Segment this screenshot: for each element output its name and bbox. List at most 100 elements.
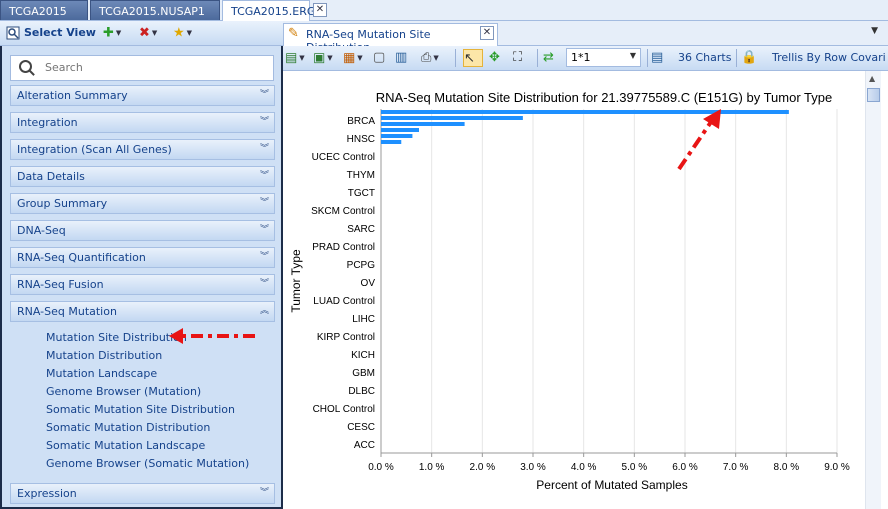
layout-value: 1*1: [571, 51, 591, 64]
search-icon: [19, 60, 32, 73]
view-toolbar: Select View ✚ ▼ ✖ ▼ ★ ▼: [0, 21, 283, 46]
y-tick-label: UCEC Control: [312, 152, 375, 163]
red-arrow-annotation: [677, 109, 721, 171]
scroll-up-icon[interactable]: ▲: [869, 74, 875, 83]
export-icon[interactable]: ▤ ▼: [285, 49, 311, 67]
tab-tcga2015-nusap1[interactable]: TCGA2015.NUSAP1: [90, 0, 220, 20]
y-tick-label: KIRP Control: [317, 332, 375, 343]
tab-tcga2015-erg[interactable]: TCGA2015.ERG: [222, 0, 315, 21]
pointer-icon[interactable]: ↖: [463, 49, 483, 67]
chevron-down-icon[interactable]: ▼: [871, 26, 878, 36]
chart-title: RNA-Seq Mutation Site Distribution for 2…: [376, 90, 832, 105]
y-tick-label: THYM: [347, 170, 375, 181]
print-icon[interactable]: ⎙ ▼: [421, 49, 447, 67]
y-tick-label: GBM: [352, 368, 375, 379]
menu-item-mutation-distribution[interactable]: Mutation Distribution: [46, 349, 162, 362]
toolbar-separator: [736, 49, 737, 67]
y-tick-label: SKCM Control: [311, 206, 375, 217]
trellis-icon[interactable]: ▤: [651, 49, 677, 67]
x-tick-label: 0.0 %: [368, 462, 394, 473]
category-integration-scan-all-genes[interactable]: Integration (Scan All Genes) ︾: [10, 139, 275, 160]
close-tab-icon[interactable]: ✕: [313, 3, 327, 17]
category-alteration-summary[interactable]: Alteration Summary ︾: [10, 85, 275, 106]
category-label: Alteration Summary: [17, 89, 128, 102]
category-label: DNA-Seq: [17, 224, 66, 237]
select-view-button[interactable]: Select View: [4, 24, 96, 43]
category-integration[interactable]: Integration ︾: [10, 112, 275, 133]
layout-select[interactable]: 1*1 ▼: [566, 48, 641, 67]
toolbar-separator: [537, 49, 538, 67]
vertical-scrollbar[interactable]: ▲: [865, 71, 881, 509]
export-report-icon[interactable]: ▦ ▼: [343, 49, 369, 67]
y-tick-label: PCPG: [347, 260, 376, 271]
x-tick-label: 2.0 %: [470, 462, 496, 473]
category-label: Data Details: [17, 170, 85, 183]
menu-item-genome-browser-mutation[interactable]: Genome Browser (Mutation): [46, 385, 201, 398]
zoom-fit-icon[interactable]: ⛶: [513, 49, 539, 67]
menu-item-genome-browser-somatic-mutation[interactable]: Genome Browser (Somatic Mutation): [46, 457, 249, 470]
chevron-down-icon: ︾: [259, 279, 269, 289]
category-rna-seq-mutation[interactable]: RNA-Seq Mutation ︽: [10, 301, 275, 322]
y-tick-label: SARC: [347, 224, 375, 235]
x-tick-label: 7.0 %: [723, 462, 749, 473]
y-tick-label: DLBC: [348, 386, 375, 397]
paste-icon[interactable]: ▥: [395, 49, 421, 67]
x-tick-label: 5.0 %: [622, 462, 648, 473]
bar: [381, 122, 465, 126]
chevron-down-icon: ︾: [259, 90, 269, 100]
trellis-by-row-button[interactable]: Trellis By Row Covari: [772, 51, 886, 64]
select-view-dropdown: Alteration Summary ︾ Integration ︾ Integra…: [0, 46, 283, 509]
category-group-summary[interactable]: Group Summary ︾: [10, 193, 275, 214]
menu-item-somatic-mutation-distribution[interactable]: Somatic Mutation Distribution: [46, 421, 210, 434]
category-expression[interactable]: Expression ︾: [10, 483, 275, 504]
chevron-down-icon: ︾: [259, 171, 269, 181]
scroll-thumb[interactable]: [867, 88, 880, 102]
chevron-down-icon: ︾: [259, 198, 269, 208]
app-window: TCGA2015 TCGA2015.NUSAP1 TCGA2015.ERG ✕ …: [0, 0, 888, 509]
chart-tabstrip: ✎ RNA-Seq Mutation Site Distribution ✕ ▼: [283, 21, 888, 54]
category-rna-seq-quantification[interactable]: RNA-Seq Quantification ︾: [10, 247, 275, 268]
search-box[interactable]: [10, 55, 274, 81]
x-tick-label: 6.0 %: [672, 462, 698, 473]
chevron-down-icon: ︾: [259, 225, 269, 235]
bar-chart[interactable]: RNA-Seq Mutation Site Distribution for 2…: [283, 71, 865, 509]
select-view-label: Select View: [24, 26, 96, 39]
bar: [381, 128, 419, 132]
bar: [381, 140, 402, 144]
search-input[interactable]: [45, 61, 265, 74]
chevron-down-icon: ▼: [629, 51, 636, 60]
charts-count-button[interactable]: 36 Charts: [678, 51, 731, 64]
bar: [381, 116, 523, 120]
y-tick-label: LIHC: [352, 314, 375, 325]
red-arrow-annotation: [169, 328, 255, 344]
chevron-up-icon: ︽: [259, 306, 269, 316]
menu-item-somatic-mutation-site-distribution[interactable]: Somatic Mutation Site Distribution: [46, 403, 235, 416]
chart-tab[interactable]: ✎ RNA-Seq Mutation Site Distribution: [283, 23, 498, 54]
category-data-details[interactable]: Data Details ︾: [10, 166, 275, 187]
add-star-icon[interactable]: ✚ ▼: [103, 24, 129, 42]
y-tick-label: BRCA: [347, 116, 375, 127]
category-label: Integration (Scan All Genes): [17, 143, 172, 156]
x-axis-label: Percent of Mutated Samples: [536, 478, 687, 492]
menu-item-mutation-site-distribution[interactable]: Mutation Site Distribution: [46, 331, 187, 344]
chart-toolbar: ▤ ▼ ▣ ▼ ▦ ▼ ▢ ▥ ⎙ ▼ ↖ ✥ ⛶ ⇄ 1*1 ▼ ▤ 36 Charts…: [283, 46, 888, 71]
toolbar-separator: [455, 49, 456, 67]
tab-tcga2015[interactable]: TCGA2015: [0, 0, 88, 20]
pan-icon[interactable]: ✥: [489, 49, 515, 67]
menu-item-mutation-landscape[interactable]: Mutation Landscape: [46, 367, 157, 380]
export-image-icon[interactable]: ▣ ▼: [313, 49, 339, 67]
x-tick-label: 9.0 %: [824, 462, 850, 473]
category-rna-seq-fusion[interactable]: RNA-Seq Fusion ︾: [10, 274, 275, 295]
remove-star-icon[interactable]: ✖ ▼: [139, 24, 165, 42]
close-chart-tab-icon[interactable]: ✕: [480, 26, 494, 40]
y-tick-label: CESC: [347, 422, 375, 433]
y-tick-label: CHOL Control: [313, 404, 375, 415]
favorite-star-icon[interactable]: ★ ▼: [173, 24, 199, 42]
x-tick-label: 3.0 %: [520, 462, 546, 473]
category-dna-seq[interactable]: DNA-Seq ︾: [10, 220, 275, 241]
category-label: Expression: [17, 487, 77, 500]
chevron-down-icon: ︾: [259, 144, 269, 154]
menu-item-somatic-mutation-landscape[interactable]: Somatic Mutation Landscape: [46, 439, 205, 452]
bar: [381, 134, 413, 138]
lock-icon[interactable]: 🔒: [741, 49, 767, 67]
